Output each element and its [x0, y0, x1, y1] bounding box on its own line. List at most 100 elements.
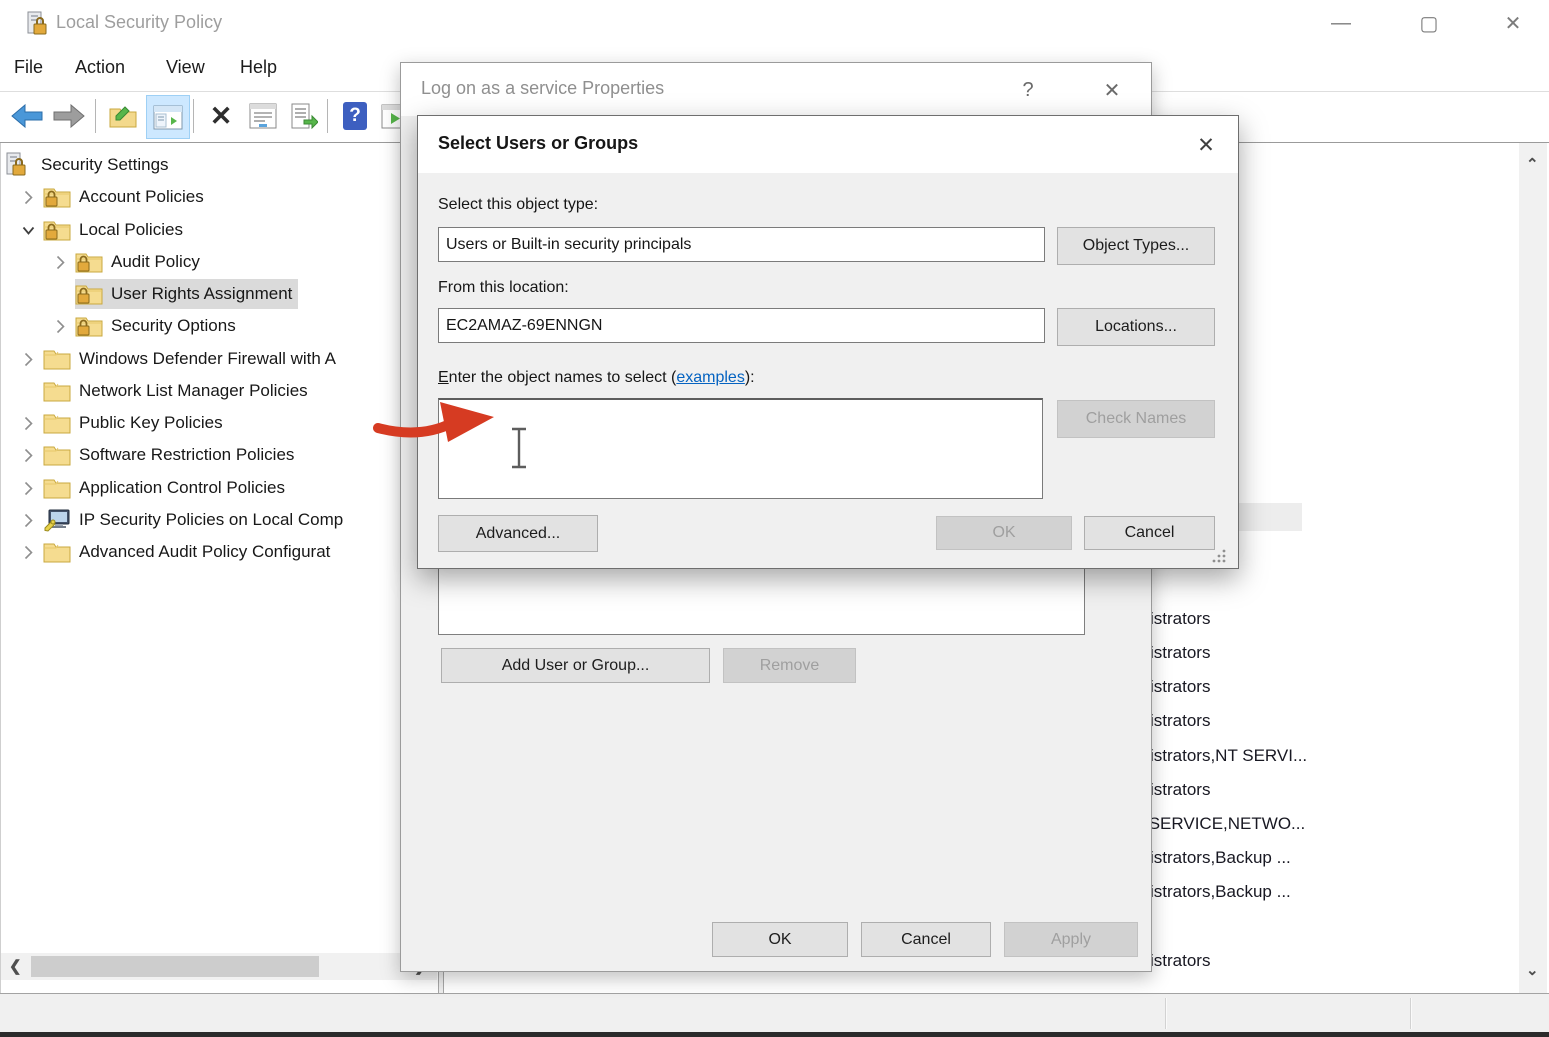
back-icon[interactable]	[6, 95, 48, 137]
scroll-down-icon[interactable]: ⌄	[1526, 961, 1539, 979]
location-field[interactable]: EC2AMAZ-69ENNGN	[438, 308, 1045, 343]
object-type-field[interactable]: Users or Built-in security principals	[438, 227, 1045, 262]
tree-item-label: Security Settings	[39, 155, 169, 175]
scrollbar-thumb[interactable]	[31, 956, 319, 977]
tree-item-label: User Rights Assignment	[109, 284, 292, 304]
folder-lock-icon	[75, 282, 109, 306]
tree-item-label: Network List Manager Policies	[77, 381, 308, 401]
folder-lock-icon	[75, 250, 109, 274]
help-icon[interactable]: ?	[334, 95, 376, 137]
status-bar	[0, 993, 1549, 1033]
from-location-label: From this location:	[438, 279, 569, 297]
toolbar-separator	[193, 99, 194, 133]
tree-item-security-options[interactable]: Security Options	[1, 310, 438, 342]
expand-icon[interactable]	[45, 254, 75, 271]
expand-icon[interactable]	[13, 480, 43, 497]
scroll-up-icon[interactable]: ⌃	[1526, 155, 1539, 173]
resize-grip[interactable]	[1212, 549, 1227, 569]
toolbar-separator	[327, 99, 328, 133]
tree-item-local-policies[interactable]: Local Policies	[1, 214, 438, 246]
minimize-button[interactable]: —	[1318, 6, 1364, 40]
console-tree-icon[interactable]	[146, 95, 190, 139]
dialog-help-button[interactable]: ?	[1009, 73, 1047, 107]
computer-key-icon	[43, 508, 77, 532]
select-users-or-groups-dialog: Select Users or Groups ✕ Select this obj…	[417, 115, 1239, 569]
menu-file[interactable]: File	[14, 57, 43, 78]
maximize-button[interactable]: ▢	[1406, 6, 1452, 40]
policy-value-fragment: istrators	[1150, 780, 1210, 800]
examples-link[interactable]: examples	[676, 369, 744, 386]
folder-icon	[43, 476, 77, 500]
locations-button[interactable]: Locations...	[1057, 308, 1215, 346]
menu-action[interactable]: Action	[75, 57, 125, 78]
policy-value-fragment: istrators	[1150, 609, 1210, 629]
expand-icon[interactable]	[13, 447, 43, 464]
export-folder-icon[interactable]	[102, 95, 144, 137]
policy-value-fragment: istrators,Backup ...	[1150, 882, 1291, 902]
delete-icon[interactable]: ✕	[200, 95, 242, 137]
cancel-button[interactable]: Cancel	[1084, 516, 1215, 550]
policy-value-fragment: istrators,NT SERVI...	[1150, 746, 1307, 766]
expand-icon[interactable]	[13, 544, 43, 561]
menu-view[interactable]: View	[166, 57, 205, 78]
dialog-close-button[interactable]: ✕	[1186, 128, 1226, 162]
policy-value-fragment: istrators	[1150, 677, 1210, 697]
add-user-or-group-button[interactable]: Add User or Group...	[441, 648, 710, 683]
select-dialog-titlebar: Select Users or Groups ✕	[418, 116, 1238, 173]
vertical-scrollbar[interactable]: ⌃ ⌄	[1519, 143, 1547, 994]
policy-value-fragment: SERVICE,NETWO...	[1144, 814, 1305, 834]
object-type-label: Select this object type:	[438, 196, 598, 214]
tree-item-account-policies[interactable]: Account Policies	[1, 181, 438, 213]
expand-icon[interactable]	[45, 318, 75, 335]
properties-icon[interactable]	[242, 95, 284, 137]
tree-item-label: IP Security Policies on Local Comp	[77, 510, 343, 530]
expand-icon[interactable]	[13, 351, 43, 368]
toolbar-separator	[95, 99, 96, 133]
select-dialog-title: Select Users or Groups	[438, 133, 638, 154]
tree-item-ip-security-policies-on-local-comp[interactable]: IP Security Policies on Local Comp	[1, 504, 438, 536]
tree-item-windows-defender-firewall-with-a[interactable]: Windows Defender Firewall with A	[1, 343, 438, 375]
tree-item-label: Windows Defender Firewall with A	[77, 349, 336, 369]
dialog-close-button[interactable]: ✕	[1093, 73, 1131, 107]
folder-icon	[43, 379, 77, 403]
scroll-left-icon[interactable]: ❮	[9, 957, 22, 975]
advanced-button[interactable]: Advanced...	[438, 515, 598, 552]
tree-item-audit-policy[interactable]: Audit Policy	[1, 246, 438, 278]
folder-icon	[43, 347, 77, 371]
tree-item-user-rights-assignment[interactable]: User Rights Assignment	[1, 278, 438, 310]
tree-item-label: Application Control Policies	[77, 478, 285, 498]
object-types-button[interactable]: Object Types...	[1057, 227, 1215, 265]
folder-lock-icon	[75, 314, 109, 338]
menu-help[interactable]: Help	[240, 57, 277, 78]
apply-button[interactable]: Apply	[1004, 922, 1138, 957]
tree-item-application-control-policies[interactable]: Application Control Policies	[1, 472, 438, 504]
forward-icon[interactable]	[48, 95, 90, 137]
expand-icon[interactable]	[13, 512, 43, 529]
collapse-icon[interactable]	[13, 225, 43, 236]
object-names-label: Enter the object names to select (exampl…	[438, 369, 755, 387]
expand-icon[interactable]	[13, 415, 43, 432]
export-list-icon[interactable]	[283, 95, 325, 137]
expand-icon[interactable]	[13, 189, 43, 206]
check-names-button[interactable]: Check Names	[1057, 400, 1215, 438]
cancel-button[interactable]: Cancel	[861, 922, 991, 957]
tree-item-security-settings[interactable]: Security Settings	[1, 149, 438, 181]
tree-item-label: Security Options	[109, 316, 236, 336]
taskbar-edge	[0, 1032, 1549, 1037]
close-button[interactable]: ✕	[1490, 6, 1536, 40]
remove-button[interactable]: Remove	[723, 648, 856, 683]
security-root-icon	[5, 152, 39, 178]
mnemonic: E	[438, 369, 449, 386]
window-titlebar: Local Security Policy — ▢ ✕	[0, 0, 1549, 48]
ok-button[interactable]: OK	[936, 516, 1072, 550]
text-cursor	[508, 426, 530, 470]
policy-value-fragment: istrators	[1150, 951, 1210, 971]
properties-dialog-title: Log on as a service Properties	[421, 78, 664, 99]
folder-lock-icon	[43, 185, 77, 209]
folder-lock-icon	[43, 218, 77, 242]
tree-item-label: Advanced Audit Policy Configurat	[77, 542, 330, 562]
horizontal-scrollbar[interactable]: ❮ ❯	[1, 953, 437, 980]
ok-button[interactable]: OK	[712, 922, 848, 957]
tree-item-advanced-audit-policy-configurat[interactable]: Advanced Audit Policy Configurat	[1, 536, 438, 568]
policy-value-fragment: istrators	[1150, 711, 1210, 731]
